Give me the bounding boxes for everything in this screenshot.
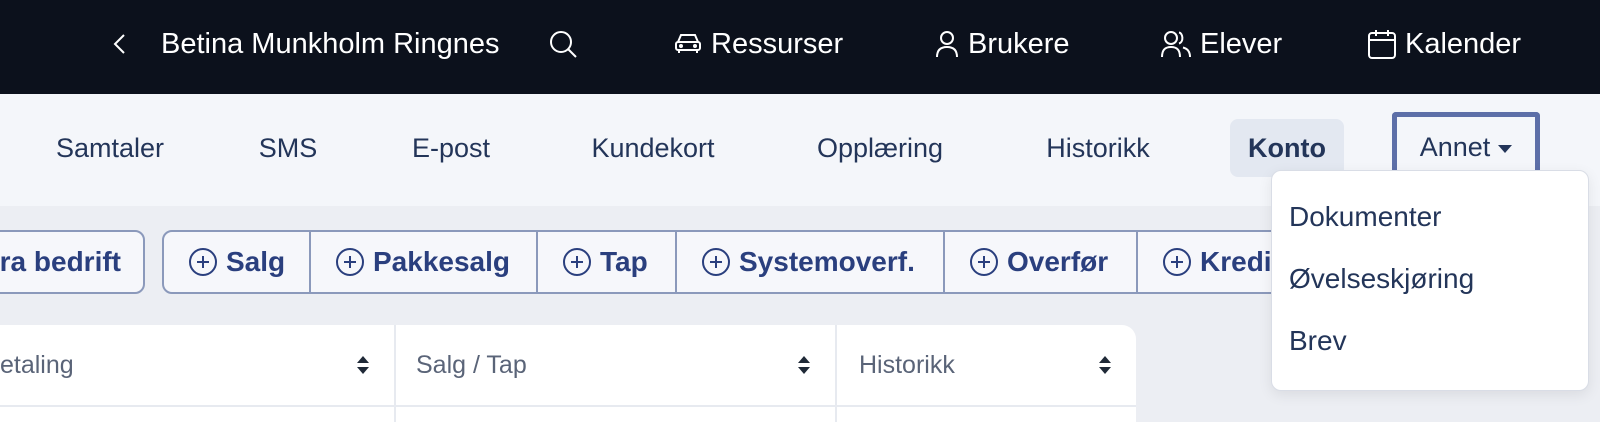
sort-icon[interactable] [1098,355,1112,375]
column-divider [835,407,837,422]
plus-circle-icon [701,247,739,277]
column-header-salg-tap[interactable]: Salg / Tap [396,325,837,405]
tab-opplaering[interactable]: Opplæring [796,119,964,177]
plus-circle-icon [188,247,226,277]
add-pakkesalg-button[interactable]: Pakkesalg [311,230,538,294]
calendar-icon [1367,28,1397,60]
nav-elever[interactable]: Elever [1160,0,1282,88]
search-icon [548,29,578,59]
annet-dropdown-menu: Dokumenter Øvelseskjøring Brev [1271,170,1589,391]
nav-brukere-label: Brukere [968,27,1070,60]
from-company-label: ra bedrift [0,246,121,277]
plus-circle-icon [1162,247,1200,277]
menu-item-ovelseskjoring[interactable]: Øvelseskjøring [1289,263,1474,295]
plus-circle-icon [335,247,373,277]
column-divider [394,407,396,422]
tab-konto[interactable]: Konto [1230,119,1344,177]
column-header-historikk[interactable]: Historikk [837,325,1136,405]
menu-item-brev[interactable]: Brev [1289,325,1347,357]
add-salg-label: Salg [226,246,286,277]
chevron-left-icon [110,31,130,57]
tab-annet[interactable]: Annet [1392,112,1540,178]
tab-sms[interactable]: SMS [240,119,336,177]
tab-historikk[interactable]: Historikk [1022,119,1174,177]
plus-circle-icon [562,247,600,277]
nav-ressurser-label: Ressurser [711,27,844,60]
add-overfor-button[interactable]: Overfør [945,230,1138,294]
tab-samtaler[interactable]: Samtaler [36,119,184,177]
add-overfor-label: Overfør [1007,246,1109,277]
add-pakkesalg-label: Pakkesalg [373,246,510,277]
user-icon [934,29,960,59]
tab-annet-label: Annet [1419,132,1491,162]
nav-brukere[interactable]: Brukere [934,0,1070,88]
users-icon [1160,29,1192,59]
menu-item-dokumenter[interactable]: Dokumenter [1289,201,1442,233]
add-salg-button[interactable]: Salg [162,230,311,294]
add-kredit-button[interactable]: Kredi [1138,230,1278,294]
nav-kalender[interactable]: Kalender [1367,0,1521,88]
caret-down-icon [1498,144,1513,153]
car-icon [673,31,703,57]
column-header-label: etaling [0,350,74,379]
tab-epost[interactable]: E-post [392,119,510,177]
sort-icon[interactable] [356,355,370,375]
tab-kundekort[interactable]: Kundekort [568,119,738,177]
back-button[interactable] [110,0,130,88]
column-header-label: Salg / Tap [416,350,527,379]
add-systemoverf-label: Systemoverf. [739,246,915,277]
add-tap-label: Tap [600,246,648,277]
column-header-label: Historikk [859,350,955,379]
nav-kalender-label: Kalender [1405,27,1522,60]
sort-icon[interactable] [797,355,811,375]
nav-elever-label: Elever [1200,27,1283,60]
from-company-button[interactable]: ra bedrift [0,230,145,294]
student-name-title[interactable]: Betina Munkholm Ringnes [161,0,500,88]
add-kredit-label: Kredi [1200,246,1272,277]
add-systemoverf-button[interactable]: Systemoverf. [677,230,945,294]
column-header-betaling[interactable]: etaling [0,325,396,405]
plus-circle-icon [969,247,1007,277]
add-tap-button[interactable]: Tap [538,230,677,294]
account-table: etaling Salg / Tap Historikk [0,325,1136,422]
top-navbar: Betina Munkholm Ringnes Ressurser Bruker… [0,0,1600,94]
search-button[interactable] [548,0,578,88]
table-divider [0,405,1136,407]
nav-ressurser[interactable]: Ressurser [673,0,843,88]
